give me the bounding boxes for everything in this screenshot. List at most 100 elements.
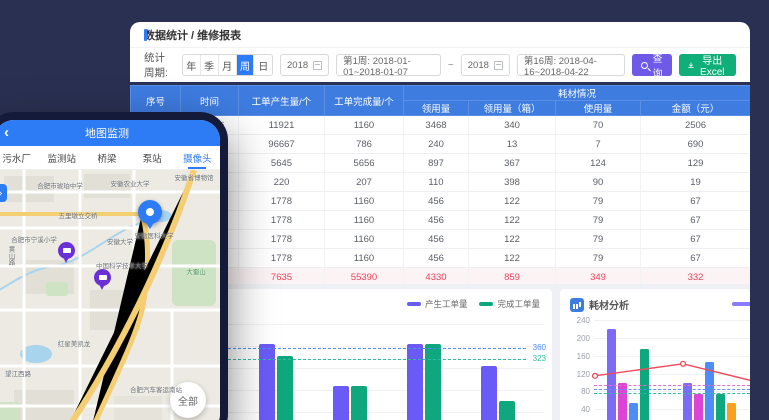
y-axis-tick: 240 bbox=[566, 316, 590, 325]
legend-item[interactable]: 产生工单量 bbox=[407, 298, 468, 310]
calendar-icon bbox=[494, 61, 503, 70]
table-cell: 1778 bbox=[239, 211, 325, 230]
legend-item[interactable]: 完成工单量 bbox=[479, 298, 540, 310]
table-cell: 1778 bbox=[239, 192, 325, 211]
table-cell: 456 bbox=[404, 249, 469, 268]
period-segmented-control: 年季月周日 bbox=[182, 54, 273, 76]
search-icon bbox=[641, 62, 648, 69]
camera-marker[interactable] bbox=[94, 269, 111, 286]
year-to-select[interactable]: 2018 bbox=[461, 54, 510, 76]
period-option-年[interactable]: 年 bbox=[183, 55, 201, 75]
table-cell: 124 bbox=[556, 154, 641, 173]
export-excel-button[interactable]: 导出Excel bbox=[679, 54, 736, 76]
phone-title: 地图监测 bbox=[0, 125, 220, 141]
consumable-chart-card: 耗材分析 2402001601208040 bbox=[560, 289, 750, 420]
period-option-日[interactable]: 日 bbox=[254, 55, 272, 75]
map-canvas[interactable]: › 全部 合肥市琥珀中学安徽农业大学安徽省博物馆五里墩立交桥合肥市宁溪小学安徽大… bbox=[0, 170, 220, 420]
table-cell: 1160 bbox=[325, 230, 404, 249]
table-cell: 79 bbox=[556, 211, 641, 230]
year-from-select[interactable]: 2018 bbox=[280, 54, 329, 76]
column-header: 工单产生量/个 bbox=[239, 86, 325, 116]
table-cell: 122 bbox=[469, 192, 556, 211]
table-cell: 3468 bbox=[404, 116, 469, 135]
week-from-select[interactable]: 第1周: 2018-01-01~2018-01-07 bbox=[336, 54, 441, 76]
selected-camera-pin[interactable] bbox=[138, 200, 162, 224]
legend-swatch bbox=[407, 302, 421, 306]
map-label: 红星美凯龙 bbox=[58, 338, 91, 348]
table-cell: 67 bbox=[641, 230, 751, 249]
gridline bbox=[594, 374, 750, 375]
table-cell: 1778 bbox=[239, 249, 325, 268]
range-separator: ~ bbox=[448, 60, 454, 71]
map-label: 安徽省博物馆 bbox=[175, 172, 214, 182]
bar bbox=[727, 403, 736, 420]
table-cell: 79 bbox=[556, 230, 641, 249]
bar-完成工单量 bbox=[499, 401, 515, 420]
table-cell: 367 bbox=[469, 154, 556, 173]
phone-tab-监测站[interactable]: 监测站 bbox=[39, 146, 84, 169]
table-cell: 786 bbox=[325, 135, 404, 154]
bar-完成工单量 bbox=[351, 386, 367, 420]
sub-column-header: 金额（元） bbox=[641, 101, 751, 116]
gridline bbox=[594, 356, 750, 357]
table-cell: 67 bbox=[641, 192, 751, 211]
phone-tab-摄像头[interactable]: 摄像头 bbox=[175, 146, 220, 169]
table-cell: 897 bbox=[404, 154, 469, 173]
map-label: 黄山路 bbox=[5, 246, 15, 266]
bar-产生工单量 bbox=[481, 366, 497, 420]
bar-完成工单量 bbox=[425, 344, 441, 420]
gridline bbox=[594, 338, 750, 339]
map-label: 合肥市宁溪小学 bbox=[11, 234, 57, 244]
map-label: 中国科学技术大学 bbox=[96, 260, 148, 270]
legend-label: 完成工单量 bbox=[497, 298, 540, 310]
legend-swatch bbox=[479, 302, 493, 306]
map-label: 五里墩立交桥 bbox=[59, 210, 98, 220]
map-label: 安徽大学 bbox=[107, 236, 133, 246]
period-option-季[interactable]: 季 bbox=[201, 55, 219, 75]
table-cell: 456 bbox=[404, 211, 469, 230]
map-expand-button[interactable]: › bbox=[0, 184, 7, 202]
y-axis-tick: 80 bbox=[566, 387, 590, 396]
table-cell: 1160 bbox=[325, 211, 404, 230]
table-cell: 67 bbox=[641, 211, 751, 230]
table-cell: 11921 bbox=[239, 116, 325, 135]
phone-tab-桥梁[interactable]: 桥梁 bbox=[84, 146, 129, 169]
table-cell: 110 bbox=[404, 173, 469, 192]
phone-tab-泵站[interactable]: 泵站 bbox=[130, 146, 175, 169]
table-cell: 79 bbox=[556, 192, 641, 211]
page-title: 数据统计 / 维修报表 bbox=[144, 27, 241, 43]
table-cell: 207 bbox=[325, 173, 404, 192]
table-cell: 220 bbox=[239, 173, 325, 192]
reference-line bbox=[594, 389, 750, 390]
table-cell: 240 bbox=[404, 135, 469, 154]
chart-legend: 产生工单量 完成工单量 bbox=[407, 298, 540, 310]
period-option-月[interactable]: 月 bbox=[219, 55, 237, 75]
table-cell: 1160 bbox=[325, 192, 404, 211]
map-label: 合肥市琥珀中学 bbox=[37, 180, 83, 190]
week-to-select[interactable]: 第16周: 2018-04-16~2018-04-22 bbox=[517, 54, 625, 76]
table-cell: 456 bbox=[404, 192, 469, 211]
map-label: 安徽医科大学 bbox=[135, 230, 174, 240]
table-cell: 79 bbox=[556, 249, 641, 268]
table-cell: 2506 bbox=[641, 116, 751, 135]
title-accent-bar bbox=[144, 29, 147, 41]
y-axis-tick: 160 bbox=[566, 352, 590, 361]
table-cell: 1778 bbox=[239, 230, 325, 249]
reference-line bbox=[594, 385, 750, 386]
map-label: 望江西路 bbox=[5, 368, 31, 378]
table-cell: 90 bbox=[556, 173, 641, 192]
period-option-周[interactable]: 周 bbox=[237, 55, 255, 75]
filter-bar: 统计周期: 年季月周日 2018 第1周: 2018-01-01~2018-01… bbox=[130, 48, 750, 82]
bar-产生工单量 bbox=[333, 386, 349, 420]
sub-column-header: 领用量 bbox=[404, 101, 469, 116]
column-header: 序号 bbox=[131, 86, 181, 116]
chart-legend-swatch bbox=[732, 302, 750, 306]
phone-tab-污水厂[interactable]: 污水厂 bbox=[0, 146, 39, 169]
table-cell: 398 bbox=[469, 173, 556, 192]
camera-marker[interactable] bbox=[58, 242, 75, 259]
bar-产生工单量 bbox=[407, 344, 423, 420]
gridline bbox=[594, 320, 750, 321]
phone-header: ‹ 地图监测 bbox=[0, 120, 220, 146]
query-button[interactable]: 查询 bbox=[632, 54, 671, 76]
chart-title: 耗材分析 bbox=[589, 297, 629, 312]
